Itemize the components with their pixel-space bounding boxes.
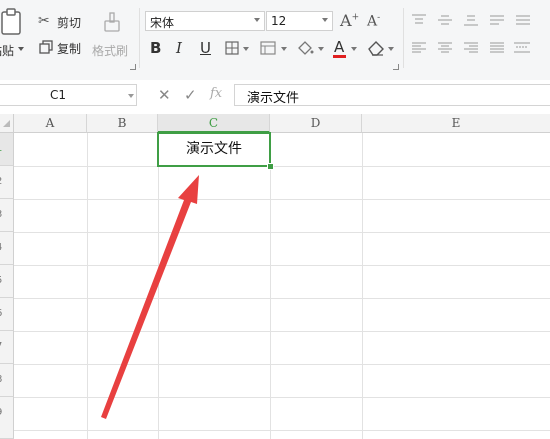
clipboard-dialog-launcher-icon[interactable]: [130, 64, 136, 70]
cut-label: 剪切: [57, 16, 82, 30]
chevron-down-icon: [128, 94, 134, 98]
paste-label: 粘贴: [0, 44, 15, 58]
bold-button[interactable]: B: [150, 39, 161, 57]
align-center-icon[interactable]: [438, 42, 452, 54]
align-bottom-icon[interactable]: [464, 14, 478, 26]
formula-bar: C1 ✕ ✓ fx 演示文件: [0, 80, 550, 114]
align-left-icon[interactable]: [412, 42, 426, 54]
wrap-text-icon[interactable]: [516, 14, 530, 26]
copy-icon: [39, 40, 53, 54]
name-box[interactable]: C1: [0, 84, 137, 106]
font-color-button[interactable]: A: [333, 38, 361, 58]
font-size-value: 12: [271, 14, 287, 28]
group-divider: [403, 8, 404, 68]
format-painter-label: 格式刷: [92, 44, 129, 58]
cut-button[interactable]: ✂ 剪切: [38, 13, 88, 31]
formula-input-value: 演示文件: [247, 91, 300, 106]
borders-icon: [225, 41, 239, 55]
formula-input[interactable]: 演示文件: [234, 84, 550, 106]
chevron-down-icon: [243, 47, 249, 51]
justify-icon[interactable]: [490, 42, 504, 54]
align-right-icon[interactable]: [464, 42, 478, 54]
increase-font-size-icon[interactable]: A+: [340, 11, 359, 30]
paste-button[interactable]: 粘贴: [0, 6, 26, 62]
copy-label: 复制: [57, 42, 82, 56]
insert-function-icon[interactable]: fx: [210, 86, 222, 101]
check-icon[interactable]: ✓: [184, 86, 197, 104]
font-color-swatch: [333, 55, 346, 58]
decrease-font-size-icon[interactable]: A-: [367, 13, 380, 30]
format-painter-button[interactable]: 格式刷: [92, 10, 130, 62]
chevron-down-icon: [318, 47, 324, 51]
annotation-arrow: [101, 175, 199, 419]
text-direction-icon[interactable]: [490, 14, 504, 26]
font-color-glyph: A: [334, 38, 345, 56]
font-name-select[interactable]: 宋体: [145, 11, 265, 31]
font-name-value: 宋体: [150, 16, 175, 30]
chevron-down-icon: [281, 47, 287, 51]
cell-style-icon: [260, 41, 276, 55]
chevron-down-icon: [18, 47, 24, 51]
clipboard-icon: [1, 8, 21, 35]
align-middle-icon[interactable]: [438, 14, 452, 26]
name-box-value: C1: [50, 88, 67, 102]
cancel-icon[interactable]: ✕: [158, 86, 171, 104]
copy-button[interactable]: 复制: [38, 39, 88, 57]
scissors-icon: ✂: [38, 13, 50, 29]
paint-bucket-icon: [298, 41, 314, 55]
eraser-icon: [368, 41, 384, 56]
distributed-align-icon[interactable]: [514, 42, 530, 54]
chevron-down-icon: [322, 18, 328, 22]
cell-style-button[interactable]: [260, 40, 292, 56]
font-dialog-launcher-icon[interactable]: [393, 64, 399, 70]
italic-button[interactable]: I: [176, 39, 182, 57]
borders-button[interactable]: [225, 40, 255, 56]
ribbon-toolbar: 粘贴 ✂ 剪切 复制 格式刷 宋体 12 A+ A- B I U: [0, 0, 550, 80]
clear-format-button[interactable]: [367, 40, 395, 56]
chevron-down-icon: [388, 47, 394, 51]
underline-button[interactable]: U: [200, 39, 211, 57]
fill-color-button[interactable]: [296, 40, 328, 56]
chevron-down-icon: [351, 47, 357, 51]
spreadsheet-grid: A B C D E 1 2 3 4 5 6 7 8 9 演示文件: [0, 114, 550, 439]
align-top-icon[interactable]: [412, 14, 426, 26]
font-size-select[interactable]: 12: [266, 11, 333, 31]
paintbrush-icon: [104, 12, 120, 32]
group-divider: [139, 8, 140, 68]
chevron-down-icon: [254, 18, 260, 22]
